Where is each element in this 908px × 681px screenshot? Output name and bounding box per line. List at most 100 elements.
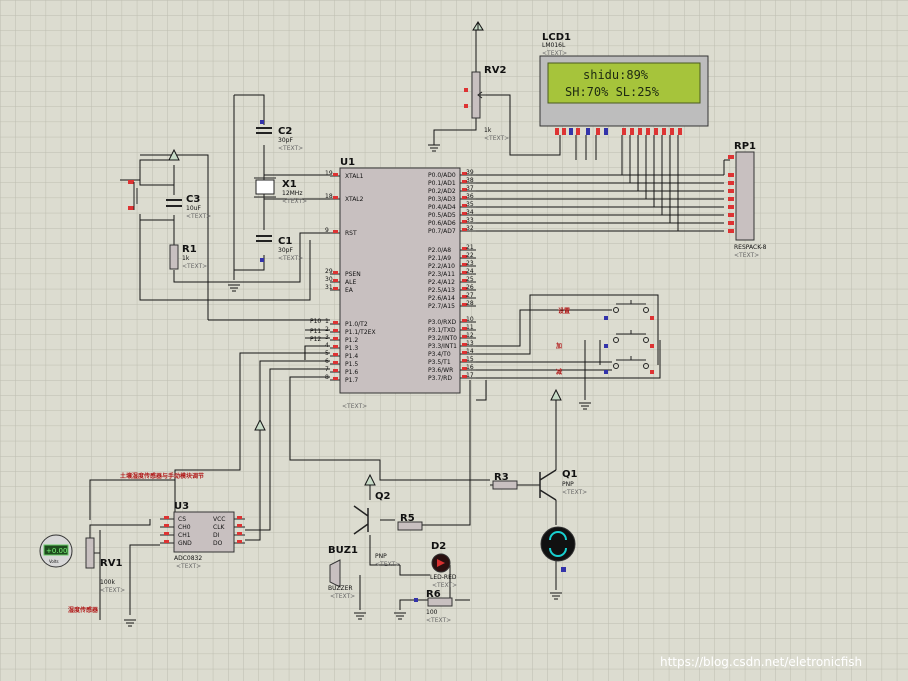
u1-pin-name: P0.1/AD1 bbox=[428, 180, 456, 187]
c1-ref: C1 bbox=[278, 236, 292, 247]
u1-pin-marker bbox=[333, 271, 338, 274]
r1-text-placeholder: <TEXT> bbox=[182, 263, 207, 270]
key-minus-label: 减 bbox=[556, 368, 562, 376]
u1-text-placeholder: <TEXT> bbox=[342, 403, 367, 410]
u3-pin-marker bbox=[164, 524, 169, 527]
u1-pin-name: P0.5/AD5 bbox=[428, 212, 456, 219]
u1-pin-number: 30 bbox=[325, 276, 333, 283]
q2-ref: Q2 bbox=[375, 491, 391, 502]
u1-pin-marker bbox=[333, 329, 338, 332]
rp1-ref: RP1 bbox=[734, 141, 756, 152]
u1-pin-marker bbox=[333, 196, 338, 199]
q1-text-placeholder: <TEXT> bbox=[562, 489, 587, 496]
c2-ref: C2 bbox=[278, 126, 292, 137]
u1-pin-number: 24 bbox=[466, 268, 474, 275]
u1-pin-name: P1.7 bbox=[345, 377, 358, 384]
u3-pin-marker bbox=[164, 516, 169, 519]
buz1-part: BUZZER bbox=[328, 585, 353, 592]
u1-ref: U1 bbox=[340, 157, 355, 168]
u1-pin-number: 32 bbox=[466, 225, 474, 232]
u1-pin-name: P1.5 bbox=[345, 361, 358, 368]
u1-pin-number: 22 bbox=[466, 252, 474, 259]
u1-pin-number: 11 bbox=[466, 324, 474, 331]
c3-value: 10uF bbox=[186, 205, 201, 212]
u1-pin-number: 35 bbox=[466, 201, 474, 208]
lcd-model: LM016L bbox=[542, 42, 566, 49]
u1-pin-number: 18 bbox=[325, 193, 333, 200]
u1-pin-number: 5 bbox=[325, 350, 329, 357]
voltmeter[interactable]: +0.00 Volts bbox=[39, 534, 73, 568]
u1-pin-number: 3 bbox=[325, 334, 329, 341]
u1-pin-marker bbox=[333, 173, 338, 176]
u1-pin-marker bbox=[333, 377, 338, 380]
u1-pin-name: P2.6/A14 bbox=[428, 295, 455, 302]
rp1-text-placeholder: <TEXT> bbox=[734, 252, 759, 259]
u1-pin-number: 6 bbox=[325, 358, 329, 365]
rv1-ref: RV1 bbox=[100, 558, 122, 569]
u1-pin-name: P0.2/AD2 bbox=[428, 188, 456, 195]
u1-pin-number: 26 bbox=[466, 284, 474, 291]
rv1-text-placeholder: <TEXT> bbox=[100, 587, 125, 594]
u3-pin-marker bbox=[237, 540, 242, 543]
u1-pin-name: P3.6/WR bbox=[428, 367, 453, 374]
u1-pin-name: P2.3/A11 bbox=[428, 271, 455, 278]
u1-pin-number: 1 bbox=[325, 318, 329, 325]
u3-pin-name: VCC bbox=[213, 516, 225, 523]
u1-pin-name: XTAL2 bbox=[345, 196, 364, 203]
u1-pin-name: P1.1/T2EX bbox=[345, 329, 376, 336]
r3-ref: R3 bbox=[494, 472, 509, 483]
u1-pin-number: 33 bbox=[466, 217, 474, 224]
u1-pin-name: P1.6 bbox=[345, 369, 358, 376]
u1-pin-name: P3.0/RXD bbox=[428, 319, 456, 326]
q1-type: PNP bbox=[562, 481, 574, 488]
u1-pin-number: 23 bbox=[466, 260, 474, 267]
x1-text-placeholder: <TEXT> bbox=[282, 198, 307, 205]
u1-pin-name: P2.1/A9 bbox=[428, 255, 451, 262]
u1-pin-number: 29 bbox=[325, 268, 333, 275]
u3-pin-name: DI bbox=[213, 532, 220, 539]
u1-pin-number: 17 bbox=[466, 372, 474, 379]
u3-part: ADC0832 bbox=[174, 555, 202, 562]
u1-pin-name: PSEN bbox=[345, 271, 361, 278]
u1-pin-marker bbox=[333, 321, 338, 324]
u1-pin-marker bbox=[333, 287, 338, 290]
r6-value: 100 bbox=[426, 609, 438, 616]
x1-value: 12MHz bbox=[282, 190, 302, 197]
net-label-p12: P12 bbox=[310, 336, 321, 343]
rv2-text-placeholder: <TEXT> bbox=[484, 135, 509, 142]
u1-pin-name: P2.0/A8 bbox=[428, 247, 451, 254]
u1-pin-name: P1.0/T2 bbox=[345, 321, 368, 328]
u1-pin-number: 19 bbox=[325, 170, 333, 177]
u1-pin-name: P3.2/INT0 bbox=[428, 335, 457, 342]
d2-ref: D2 bbox=[431, 541, 446, 552]
q1-ref: Q1 bbox=[562, 469, 578, 480]
rv2-value: 1k bbox=[484, 127, 492, 134]
u1-pin-number: 25 bbox=[466, 276, 474, 283]
net-label-p11: P11 bbox=[310, 328, 321, 335]
u3-pin-name: CLK bbox=[213, 524, 226, 531]
u1-pin-number: 38 bbox=[466, 177, 474, 184]
u1-pin-name: ALE bbox=[345, 279, 356, 286]
u1-pin-number: 27 bbox=[466, 292, 474, 299]
u3-pin-marker bbox=[237, 524, 242, 527]
u1-pin-number: 34 bbox=[466, 209, 474, 216]
u1-pin-name: P2.2/A10 bbox=[428, 263, 455, 270]
u1-pin-name: P0.0/AD0 bbox=[428, 172, 456, 179]
u1-pin-name: P3.7/RD bbox=[428, 375, 452, 382]
schematic-canvas: shidu:89% SH:70% SL:25% LCD1 LM016L <TEX… bbox=[0, 0, 908, 681]
key-set-label: 设置 bbox=[558, 307, 570, 315]
microcontroller-u1[interactable]: U1 <TEXT> XTAL119XTAL218RST9PSEN29ALE30E… bbox=[325, 157, 476, 410]
u3-pin-marker bbox=[237, 532, 242, 535]
r1-ref: R1 bbox=[182, 244, 197, 255]
u1-pin-name: RST bbox=[345, 230, 357, 237]
r5-ref: R5 bbox=[400, 513, 415, 524]
u1-pin-number: 39 bbox=[466, 169, 474, 176]
key-plus-label: 加 bbox=[555, 342, 562, 350]
u1-pin-name: P3.3/INT1 bbox=[428, 343, 457, 350]
u1-pin-number: 36 bbox=[466, 193, 474, 200]
u1-pin-number: 16 bbox=[466, 364, 474, 371]
u3-text-placeholder: <TEXT> bbox=[176, 563, 201, 570]
u3-pin-name: CH1 bbox=[178, 532, 191, 539]
u3-pin-marker bbox=[237, 516, 242, 519]
u1-pin-number: 28 bbox=[466, 300, 474, 307]
